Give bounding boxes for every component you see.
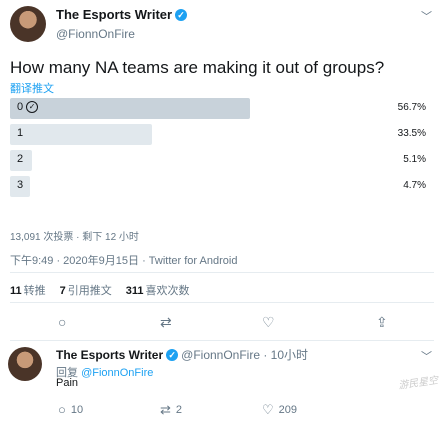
retweet-count: 2 [175,404,183,416]
avatar[interactable] [8,347,42,381]
reply-header: The Esports Writer ✓ @FionnOnFire · 10小时 [56,346,308,363]
tweet-timestamp[interactable]: 下午9:49 · 2020年9月15日 · Twitter for Androi… [10,252,237,268]
poll-percent: 56.7% [397,102,426,113]
like-count: 209 [278,404,298,416]
poll-bar [10,98,251,119]
poll-percent: 33.5% [397,128,426,139]
reply-tweet[interactable]: The Esports Writer ✓ @FionnOnFire · 10小时… [0,344,444,424]
poll-percent: 5.1% [403,154,426,165]
engagement-stats: 11 转推 7 引用推文 311 喜欢次数 [10,282,190,298]
translate-link[interactable]: 翻译推文 [10,80,54,96]
author-block: The Esports Writer ✓ @FionnOnFire [56,6,188,41]
chevron-down-icon[interactable]: ﹀ [421,348,432,364]
poll-option-text: 1 [17,127,24,139]
reply-retweet-button[interactable]: ⇄ 2 [160,402,182,418]
tweet-text: How many NA teams are making it out of g… [10,58,385,77]
share-icon[interactable]: ⇪ [376,314,388,331]
author-name[interactable]: The Esports Writer ✓ [56,7,188,22]
poll-option-label: 2 [17,153,23,165]
poll-option-label: 3 [17,179,23,191]
like-icon: ♡ [262,402,274,417]
poll-option-text: 0 [17,101,24,113]
quotes-stat[interactable]: 7 引用推文 [60,282,112,298]
author-handle[interactable]: @FionnOnFire [56,27,187,41]
divider [10,340,434,341]
likes-stat[interactable]: 311 喜欢次数 [126,282,190,298]
avatar[interactable] [10,6,46,42]
retweets-stat[interactable]: 11 转推 [10,282,46,298]
poll-bar [10,124,153,145]
reply-text: Pain [56,377,79,389]
check-circle-icon: ✓ [26,101,39,113]
poll-meta: 13,091 次投票 · 剩下 12 小时 [10,232,139,243]
reply-count: 10 [70,403,84,416]
chevron-down-icon[interactable]: ﹀ [421,8,432,24]
poll-percent: 4.7% [403,180,426,191]
like-icon[interactable]: ♡ [262,314,275,331]
poll-option-3: 3 4.7% [10,176,434,197]
poll-option-text: 2 [17,153,24,165]
reply-target[interactable]: @FionnOnFire [81,367,153,379]
poll-option-0: 0 ✓ 56.7% [10,98,434,119]
verified-icon: ✓ [166,348,179,361]
divider [10,302,434,303]
poll-option-text: 3 [17,179,24,191]
reply-icon[interactable]: ○ [58,314,66,330]
poll-option-label: 1 [17,127,23,139]
verified-icon: ✓ [175,8,188,21]
divider [10,272,434,273]
poll-option-2: 2 5.1% [10,150,434,171]
retweet-icon: ⇄ [160,402,171,417]
tweet-actions: ○ ⇄ ♡ ⇪ [0,314,444,334]
reply-icon: ○ [58,402,66,417]
reply-author-name[interactable]: The Esports Writer [56,348,163,362]
retweet-icon[interactable]: ⇄ [160,314,172,331]
author-name-label[interactable]: The Esports Writer [56,7,172,22]
poll-option-1: 1 33.5% [10,124,434,145]
poll: 0 ✓ 56.7% 1 33.5% 2 5.1% 3 4.7% [10,98,434,202]
reply-reply-button[interactable]: ○ 10 [58,402,83,417]
reply-handle-time[interactable]: @FionnOnFire · 10小时 [181,346,308,363]
reply-like-button[interactable]: ♡ 209 [262,402,297,418]
poll-option-label: 0 ✓ [17,101,39,113]
